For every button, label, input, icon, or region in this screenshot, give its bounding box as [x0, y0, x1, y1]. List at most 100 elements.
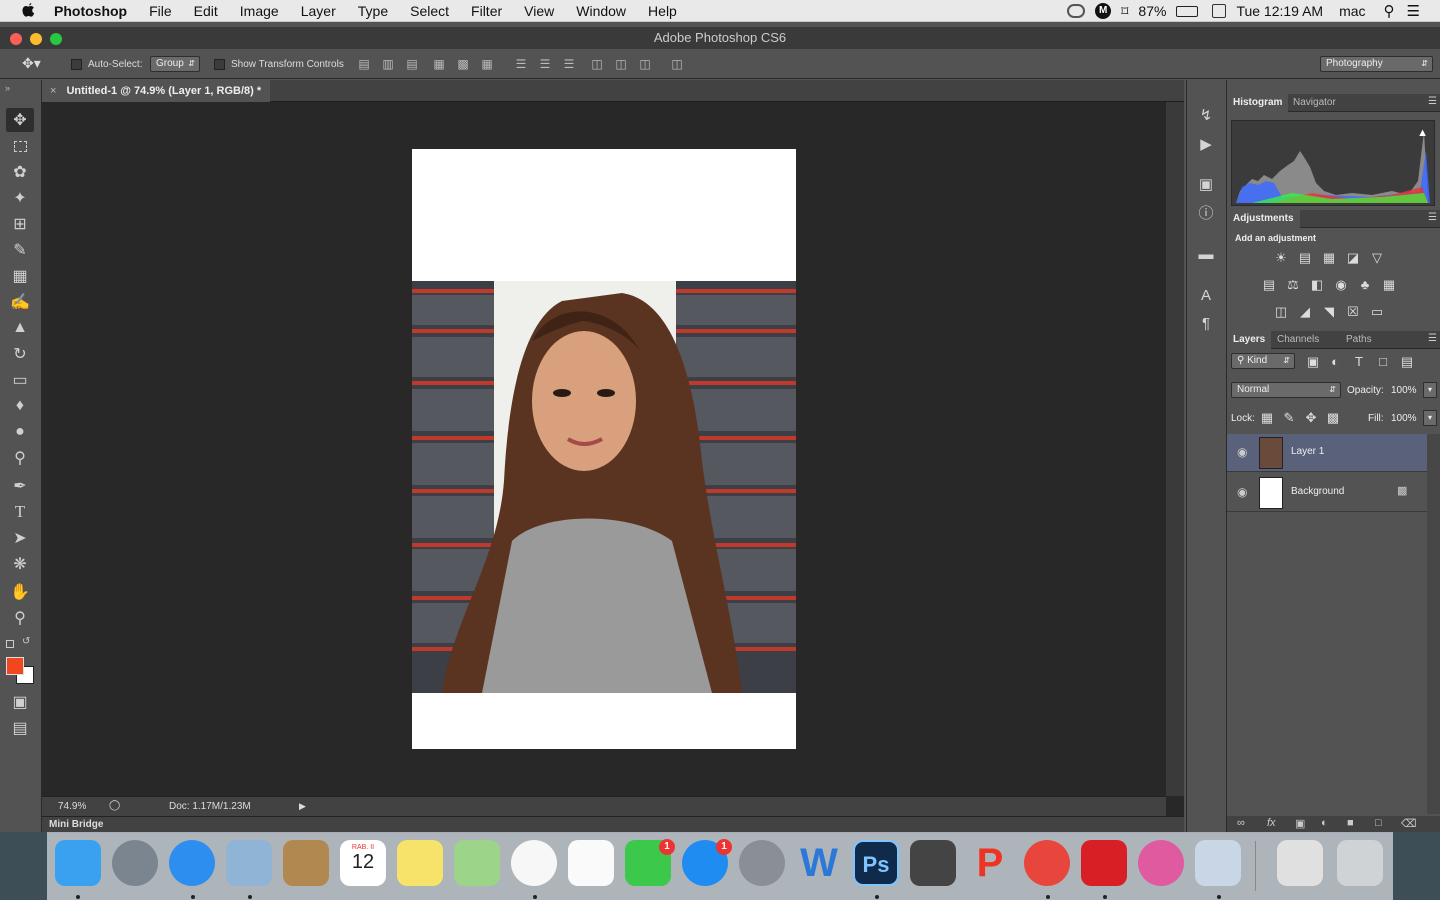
- trash-icon[interactable]: [1337, 840, 1383, 886]
- channel-mixer-icon[interactable]: ♣: [1357, 277, 1373, 293]
- gradient-map-icon[interactable]: ▭: [1369, 304, 1385, 320]
- threshold-icon[interactable]: ◥: [1321, 304, 1337, 320]
- zoom-tool-icon[interactable]: ⚲: [6, 606, 34, 630]
- exposure-icon[interactable]: ◪: [1345, 250, 1361, 266]
- foreground-color-swatch[interactable]: [6, 657, 24, 675]
- opacity-dropdown-icon[interactable]: ▾: [1423, 382, 1437, 398]
- align-top-edges-icon[interactable]: ▤: [357, 57, 371, 71]
- layers-scrollbar[interactable]: [1427, 434, 1440, 814]
- color-balance-icon[interactable]: ⚖: [1285, 277, 1301, 293]
- battery-percent[interactable]: 87%: [1138, 3, 1166, 19]
- filter-smart-objects-icon[interactable]: ▤: [1399, 354, 1415, 370]
- selective-color-icon[interactable]: ☒: [1345, 304, 1361, 320]
- screen-mode-icon[interactable]: ▤: [6, 716, 34, 740]
- distribute-bottom-icon[interactable]: ☰: [562, 57, 576, 71]
- close-window-button[interactable]: [10, 33, 22, 45]
- marquee-tool-icon[interactable]: [6, 134, 34, 158]
- calendar-icon[interactable]: RAB. II 12: [340, 840, 386, 886]
- opacity-value[interactable]: 100%: [1391, 385, 1417, 396]
- pen-tool-icon[interactable]: ✒: [6, 474, 34, 498]
- final-cut-icon[interactable]: [910, 840, 956, 886]
- hue-saturation-icon[interactable]: ▤: [1261, 277, 1277, 293]
- panel-menu-icon[interactable]: ☰: [1428, 333, 1437, 344]
- notes-icon[interactable]: [397, 840, 443, 886]
- menu-type[interactable]: Type: [358, 0, 388, 22]
- brush-tool-icon[interactable]: ✍: [6, 290, 34, 314]
- histogram-warning-icon[interactable]: ▲: [1417, 127, 1428, 139]
- layer-name[interactable]: Background: [1291, 486, 1344, 497]
- tab-paths[interactable]: Paths: [1340, 331, 1378, 349]
- add-mask-icon[interactable]: ▣: [1295, 817, 1305, 830]
- spotlight-search-icon[interactable]: ⚲: [1384, 2, 1395, 20]
- preview-icon[interactable]: [1195, 840, 1241, 886]
- default-colors-icon[interactable]: [6, 640, 14, 648]
- filter-shape-layers-icon[interactable]: □: [1375, 354, 1391, 370]
- auto-select-dropdown[interactable]: Group ⇵: [150, 56, 200, 72]
- lock-all-icon[interactable]: ▩: [1325, 410, 1341, 426]
- filter-adjustment-layers-icon[interactable]: ◐: [1327, 354, 1343, 370]
- color-lookup-icon[interactable]: ▦: [1381, 277, 1397, 293]
- path-selection-tool-icon[interactable]: ➤: [6, 526, 34, 550]
- link-layers-icon[interactable]: ∞: [1237, 817, 1245, 829]
- healing-brush-tool-icon[interactable]: ▦: [6, 264, 34, 288]
- system-preferences-icon[interactable]: [739, 840, 785, 886]
- menu-filter[interactable]: Filter: [471, 0, 502, 22]
- distribute-hcenter-icon[interactable]: ◫: [614, 57, 628, 71]
- distribute-left-icon[interactable]: ◫: [590, 57, 604, 71]
- close-tab-icon[interactable]: ×: [50, 85, 56, 97]
- status-info-icon[interactable]: ◯: [109, 800, 120, 811]
- menu-select[interactable]: Select: [410, 0, 449, 22]
- levels-icon[interactable]: ▤: [1297, 250, 1313, 266]
- properties-panel-icon[interactable]: ▣: [1196, 175, 1216, 195]
- clock[interactable]: Tue 12:19 AM: [1236, 3, 1323, 19]
- blur-tool-icon[interactable]: ●: [6, 420, 34, 444]
- layer-lock-icon[interactable]: ▩: [1397, 484, 1407, 497]
- distribute-right-icon[interactable]: ◫: [638, 57, 652, 71]
- paint-bucket-tool-icon[interactable]: ♦: [6, 394, 34, 418]
- history-panel-icon[interactable]: ↯: [1196, 106, 1216, 126]
- menu-file[interactable]: File: [149, 0, 172, 22]
- tab-adjustments[interactable]: Adjustments: [1227, 210, 1300, 228]
- invert-icon[interactable]: ◫: [1273, 304, 1289, 320]
- zoom-level[interactable]: 74.9%: [58, 801, 86, 812]
- align-horizontal-centers-icon[interactable]: ▩: [456, 57, 470, 71]
- document-canvas[interactable]: [412, 149, 796, 749]
- new-group-icon[interactable]: ■: [1347, 817, 1354, 829]
- vertical-scrollbar[interactable]: [1166, 102, 1184, 796]
- photo-filter-icon[interactable]: ◉: [1333, 277, 1349, 293]
- new-layer-icon[interactable]: □: [1375, 817, 1382, 829]
- character-panel-icon[interactable]: A: [1196, 286, 1216, 306]
- hand-tool-icon[interactable]: ✋: [6, 580, 34, 604]
- photoshop-icon[interactable]: Ps: [853, 840, 899, 886]
- menu-window[interactable]: Window: [576, 0, 626, 22]
- layer-style-icon[interactable]: fx: [1267, 817, 1276, 829]
- safari-icon[interactable]: [169, 840, 215, 886]
- swap-colors-icon[interactable]: ↺: [22, 636, 30, 647]
- menu-help[interactable]: Help: [648, 0, 677, 22]
- calendar-menu-icon[interactable]: [1212, 4, 1227, 18]
- layer-row-layer-1[interactable]: ◉ Layer 1: [1227, 434, 1427, 472]
- zoom-window-button[interactable]: [50, 33, 62, 45]
- finder-icon[interactable]: [55, 840, 101, 886]
- dodge-tool-icon[interactable]: ⚲: [6, 446, 34, 470]
- crop-tool-icon[interactable]: ⊞: [6, 212, 34, 236]
- mail-icon[interactable]: [226, 840, 272, 886]
- workspace-switcher[interactable]: Photography ⇵: [1320, 56, 1433, 72]
- filter-pixel-layers-icon[interactable]: ▣: [1305, 354, 1321, 370]
- magic-wand-tool-icon[interactable]: ✦: [6, 186, 34, 210]
- downloads-stack-icon[interactable]: [1277, 840, 1323, 886]
- actions-panel-icon[interactable]: ▶: [1196, 135, 1216, 155]
- lock-position-icon[interactable]: ✥: [1303, 410, 1319, 426]
- filter-type-layers-icon[interactable]: T: [1351, 354, 1367, 370]
- chrome-icon[interactable]: [1024, 840, 1070, 886]
- reminders-icon[interactable]: [568, 840, 614, 886]
- mini-bridge-panel[interactable]: Mini Bridge: [42, 816, 1184, 832]
- tab-histogram[interactable]: Histogram: [1227, 94, 1289, 112]
- vibrance-icon[interactable]: ▽: [1369, 250, 1385, 266]
- menu-photoshop[interactable]: Photoshop: [54, 0, 127, 22]
- black-white-icon[interactable]: ◧: [1309, 277, 1325, 293]
- maps-icon[interactable]: [454, 840, 500, 886]
- tab-layers[interactable]: Layers: [1227, 331, 1272, 349]
- document-size[interactable]: Doc: 1.17M/1.23M: [169, 801, 251, 812]
- clone-stamp-tool-icon[interactable]: ▲: [6, 316, 34, 340]
